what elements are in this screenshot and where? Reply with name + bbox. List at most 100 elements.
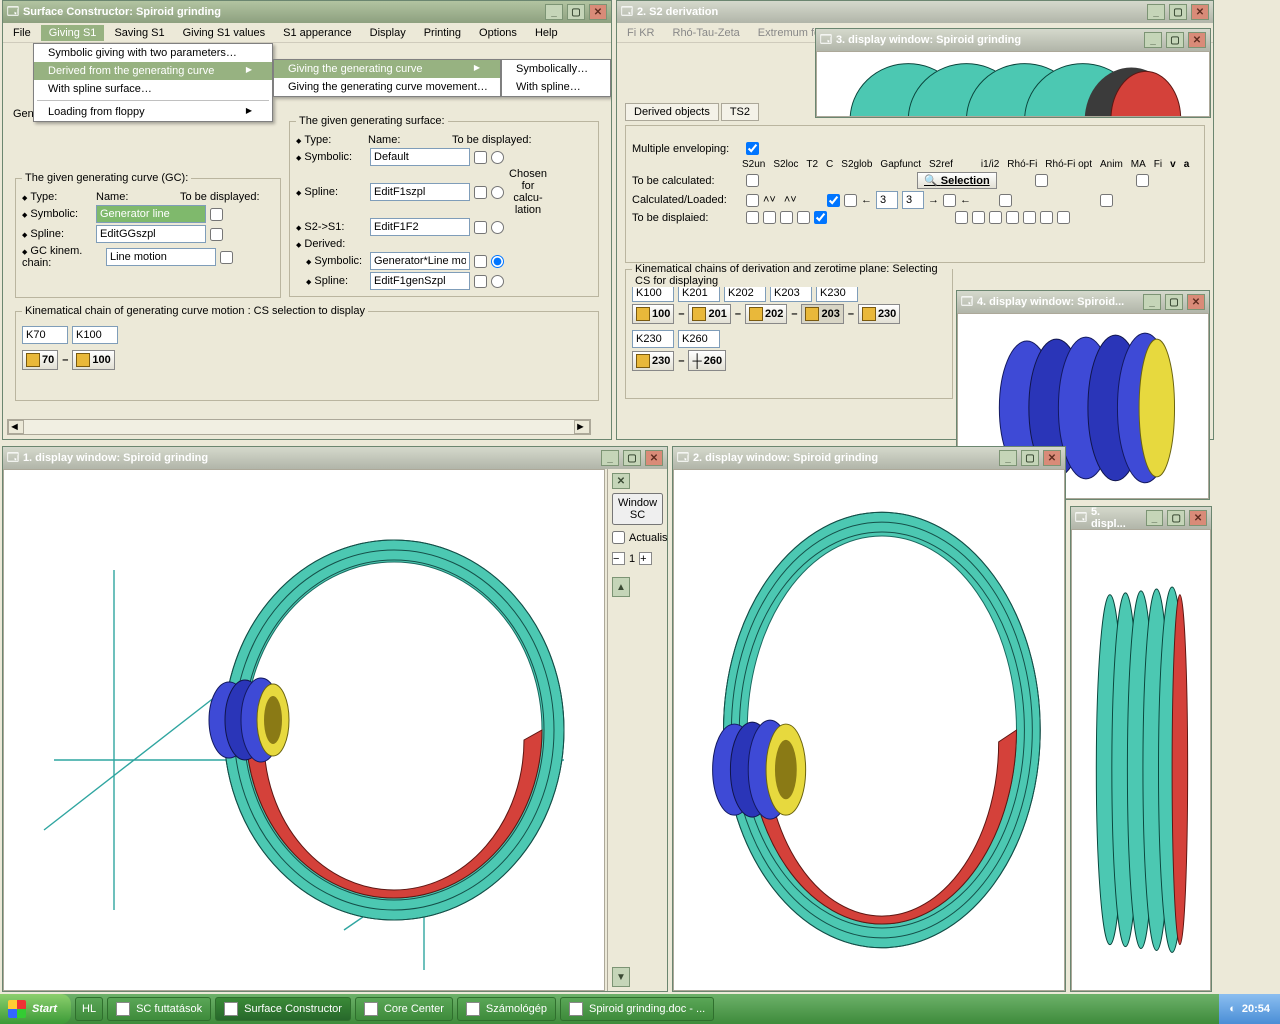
kin-k70[interactable] <box>22 326 68 344</box>
gs-spline-input[interactable] <box>370 183 470 201</box>
kc-k230b[interactable] <box>632 330 674 348</box>
task-core-center[interactable]: Core Center <box>355 997 453 1021</box>
sc-titlebar[interactable]: 🗔 Surface Constructor: Spiroid grinding … <box>3 1 611 23</box>
dd3-with-spline[interactable]: With spline… <box>502 78 610 96</box>
cl-c1[interactable] <box>746 194 759 207</box>
kc-btn-203[interactable]: 203 <box>801 304 843 324</box>
close-button[interactable]: ✕ <box>1187 294 1205 310</box>
selection-button[interactable]: 🔍 Selection <box>917 172 997 189</box>
plus-icon[interactable]: + <box>639 552 652 565</box>
tbd-c10[interactable] <box>1023 211 1036 224</box>
minimize-button[interactable]: _ <box>1146 510 1164 526</box>
kc-btn-260[interactable]: ┼ 260 <box>688 350 726 371</box>
tbd-c9[interactable] <box>1006 211 1019 224</box>
dd1-load-floppy[interactable]: Loading from floppy <box>34 103 272 121</box>
tab-ts2[interactable]: TS2 <box>721 103 759 121</box>
gs-dspline-disp[interactable] <box>474 275 487 288</box>
kin-k100[interactable] <box>72 326 118 344</box>
window-sc-button[interactable]: Window SC <box>612 493 663 525</box>
scroll-up[interactable]: ▲ <box>612 577 630 597</box>
maximize-button[interactable]: ▢ <box>1021 450 1039 466</box>
maximize-button[interactable]: ▢ <box>623 450 641 466</box>
tbc-c3[interactable] <box>1136 174 1149 187</box>
kin-btn-70[interactable]: 70 <box>22 350 58 370</box>
cl-c2[interactable] <box>827 194 840 207</box>
gs-symbolic-radio[interactable] <box>491 151 504 164</box>
close-button[interactable]: ✕ <box>1191 4 1209 20</box>
minimize-button[interactable]: _ <box>999 450 1017 466</box>
dd1-with-spline[interactable]: With spline surface… <box>34 80 272 98</box>
tbd-c3[interactable] <box>780 211 793 224</box>
d2-titlebar[interactable]: 🗔 2. display window: Spiroid grinding _ … <box>673 447 1065 469</box>
gc-kinem-check[interactable] <box>220 251 233 264</box>
kc-btn-230b[interactable]: 230 <box>632 351 674 371</box>
gs-symbolic-disp[interactable] <box>474 151 487 164</box>
cl-num1[interactable] <box>876 191 898 209</box>
maximize-button[interactable]: ▢ <box>1165 294 1183 310</box>
gc-symbolic-input[interactable] <box>96 205 206 223</box>
tab-derived-objects[interactable]: Derived objects <box>625 103 719 121</box>
tbd-c7[interactable] <box>972 211 985 224</box>
maximize-button[interactable]: ▢ <box>567 4 585 20</box>
menu-file[interactable]: File <box>5 25 39 41</box>
cl-c5[interactable] <box>999 194 1012 207</box>
task-surface-constructor[interactable]: Surface Constructor <box>215 997 351 1021</box>
gs-s2s1-disp[interactable] <box>474 221 487 234</box>
d3-titlebar[interactable]: 🗔 3. display window: Spiroid grinding _ … <box>816 29 1210 51</box>
gs-dspline-input[interactable] <box>370 272 470 290</box>
close-button[interactable]: ✕ <box>645 450 663 466</box>
cl-c3[interactable] <box>844 194 857 207</box>
gs-s2s1-radio[interactable] <box>491 221 504 234</box>
d4-titlebar[interactable]: 🗔 4. display window: Spiroid... _ ▢ ✕ <box>957 291 1209 313</box>
minimize-button[interactable]: _ <box>601 450 619 466</box>
close-button[interactable]: ✕ <box>1188 32 1206 48</box>
task-szamologep[interactable]: Számológép <box>457 997 556 1021</box>
close-button[interactable]: ✕ <box>1189 510 1207 526</box>
gc-kinem-input[interactable] <box>106 248 216 266</box>
dd3-symbolically[interactable]: Symbolically… <box>502 60 610 78</box>
menu-options[interactable]: Options <box>471 25 525 41</box>
gc-symbolic-check[interactable] <box>210 208 223 221</box>
tbd-c1[interactable] <box>746 211 759 224</box>
task-sc-futtatsok[interactable]: SC futtatások <box>107 997 211 1021</box>
kc-btn-100[interactable]: 100 <box>632 304 674 324</box>
systray[interactable]: ◐ 20:54 <box>1219 994 1280 1024</box>
s2-menu-rhotau[interactable]: Rhó-Tau-Zeta <box>665 25 748 41</box>
dd2-gen-curve[interactable]: Giving the generating curve <box>274 60 500 78</box>
menu-display[interactable]: Display <box>362 25 414 41</box>
gs-dsymbolic-radio[interactable] <box>491 255 504 268</box>
sc-scrollbar[interactable]: ◄► <box>7 419 591 435</box>
d5-titlebar[interactable]: 🗔 5. displ... _ ▢ ✕ <box>1071 507 1211 529</box>
tbd-c8[interactable] <box>989 211 1002 224</box>
minimize-button[interactable]: _ <box>1143 294 1161 310</box>
d1-3d-view[interactable] <box>4 470 604 990</box>
tbd-c6[interactable] <box>955 211 968 224</box>
tbd-c11[interactable] <box>1040 211 1053 224</box>
d1-titlebar[interactable]: 🗔 1. display window: Spiroid grinding _ … <box>3 447 667 469</box>
tbd-c12[interactable] <box>1057 211 1070 224</box>
minus-icon[interactable]: − <box>612 552 625 565</box>
menu-saving-s1[interactable]: Saving S1 <box>106 25 172 41</box>
updown-icon[interactable]: ˄˅ <box>784 194 797 206</box>
gs-dsymbolic-input[interactable] <box>370 252 470 270</box>
menu-giving-s1-values[interactable]: Giving S1 values <box>175 25 274 41</box>
maximize-button[interactable]: ▢ <box>1169 4 1187 20</box>
maximize-button[interactable]: ▢ <box>1166 32 1184 48</box>
gs-s2s1-input[interactable] <box>370 218 470 236</box>
dd2-gen-curve-movement[interactable]: Giving the generating curve movement… <box>274 78 500 96</box>
maximize-button[interactable]: ▢ <box>1167 510 1185 526</box>
tbd-c2[interactable] <box>763 211 776 224</box>
tbc-c1[interactable] <box>746 174 759 187</box>
minimize-button[interactable]: _ <box>545 4 563 20</box>
gc-spline-check[interactable] <box>210 228 223 241</box>
quicklaunch-hl[interactable]: HL <box>75 997 103 1021</box>
updown-icon[interactable]: ˄˅ <box>763 194 776 206</box>
gc-spline-input[interactable] <box>96 225 206 243</box>
close-button[interactable]: ✕ <box>589 4 607 20</box>
tbc-c2[interactable] <box>1035 174 1048 187</box>
gs-symbolic-input[interactable] <box>370 148 470 166</box>
dd1-derived[interactable]: Derived from the generating curve <box>34 62 272 80</box>
cl-c4[interactable] <box>943 194 956 207</box>
menu-giving-s1[interactable]: Giving S1 <box>41 25 105 41</box>
menu-help[interactable]: Help <box>527 25 566 41</box>
